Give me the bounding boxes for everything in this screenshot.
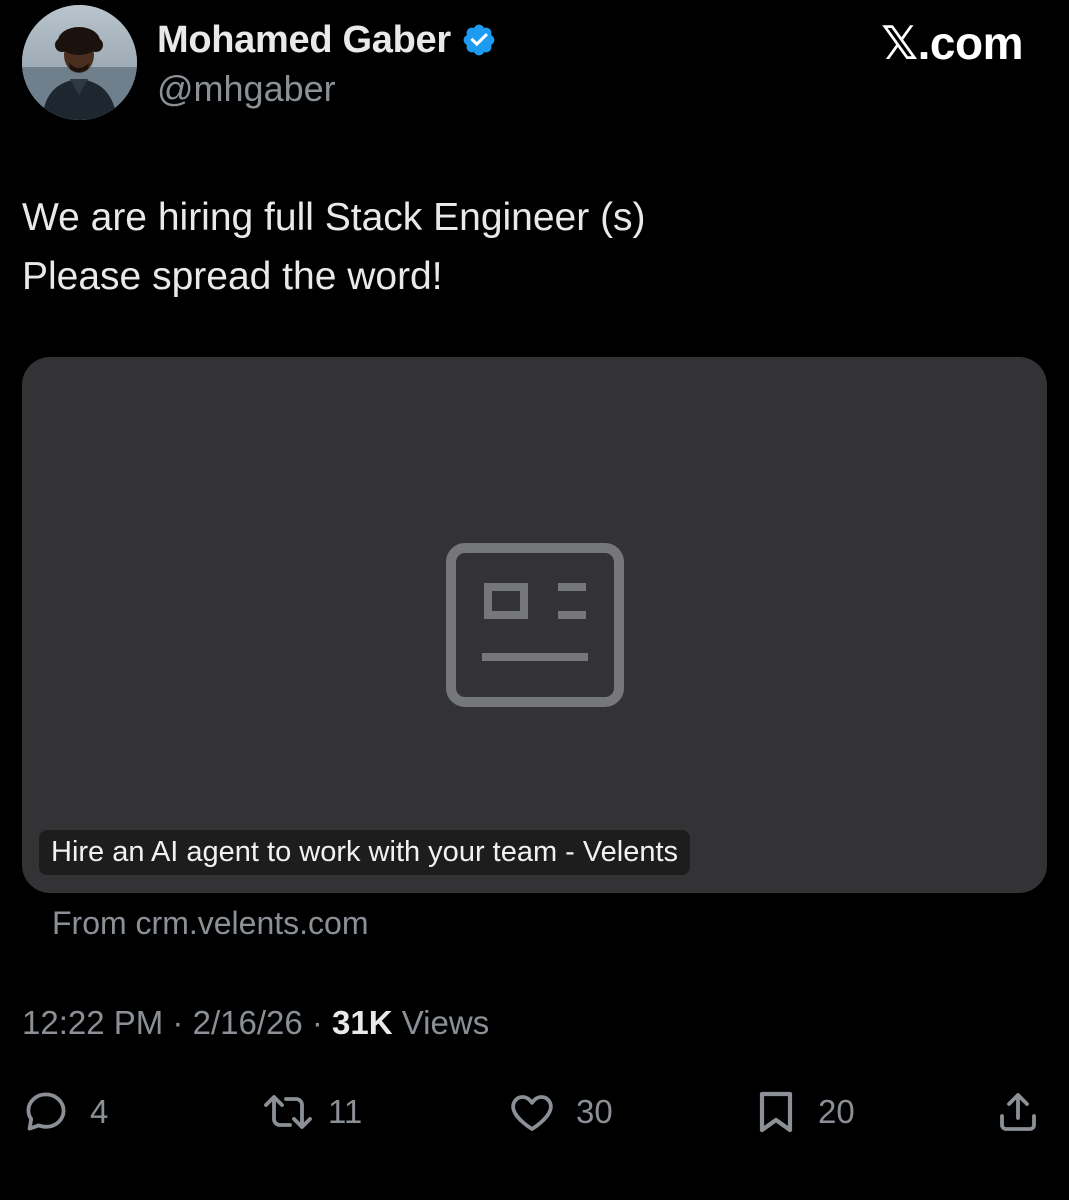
reply-button[interactable]: 4 xyxy=(22,1082,108,1142)
retweet-count: 11 xyxy=(328,1093,363,1130)
tweet-text: We are hiring full Stack Engineer (s) Pl… xyxy=(22,188,1022,306)
author-avatar[interactable] xyxy=(22,5,137,120)
brand-logo: 𝕏.com xyxy=(881,17,1023,69)
action-bar: 4 11 30 20 xyxy=(0,1082,1069,1142)
card-title[interactable]: Hire an AI agent to work with your team … xyxy=(39,830,691,875)
bookmark-button[interactable]: 20 xyxy=(754,1082,855,1142)
retweet-button[interactable]: 11 xyxy=(260,1082,362,1142)
bottom-divider xyxy=(0,1192,1069,1200)
meta-separator: · xyxy=(172,1004,184,1041)
tweet-date[interactable]: 2/16/26 xyxy=(193,1004,303,1041)
views-label: Views xyxy=(401,1004,490,1041)
tweet-metadata: 12:22 PM · 2/16/26 · 31K Views xyxy=(22,1004,489,1042)
like-count: 30 xyxy=(576,1093,613,1130)
reply-icon xyxy=(26,1092,66,1131)
like-button[interactable]: 30 xyxy=(508,1082,613,1142)
author-name-row[interactable]: Mohamed Gaber xyxy=(157,18,497,62)
views-count: 31K xyxy=(332,1004,393,1041)
tweet-time[interactable]: 12:22 PM xyxy=(22,1004,163,1041)
share-button[interactable] xyxy=(994,1082,1042,1142)
author-handle[interactable]: @mhgaber xyxy=(157,68,336,110)
reply-count: 4 xyxy=(90,1093,109,1130)
retweet-icon xyxy=(264,1095,312,1129)
tweet-text-line: We are hiring full Stack Engineer (s) xyxy=(22,196,646,239)
meta-separator: · xyxy=(311,1004,323,1041)
tweet-text-line: Please spread the word! xyxy=(22,255,443,298)
bookmark-count: 20 xyxy=(818,1093,855,1130)
author-name[interactable]: Mohamed Gaber xyxy=(157,19,451,62)
news-article-icon xyxy=(446,543,624,707)
bookmark-icon xyxy=(759,1091,793,1133)
card-source-domain[interactable]: From crm.velents.com xyxy=(52,905,368,942)
link-preview-card[interactable]: Hire an AI agent to work with your team … xyxy=(22,357,1047,893)
share-icon xyxy=(1000,1093,1036,1131)
verified-badge-icon[interactable] xyxy=(461,22,497,58)
heart-icon xyxy=(511,1095,553,1131)
